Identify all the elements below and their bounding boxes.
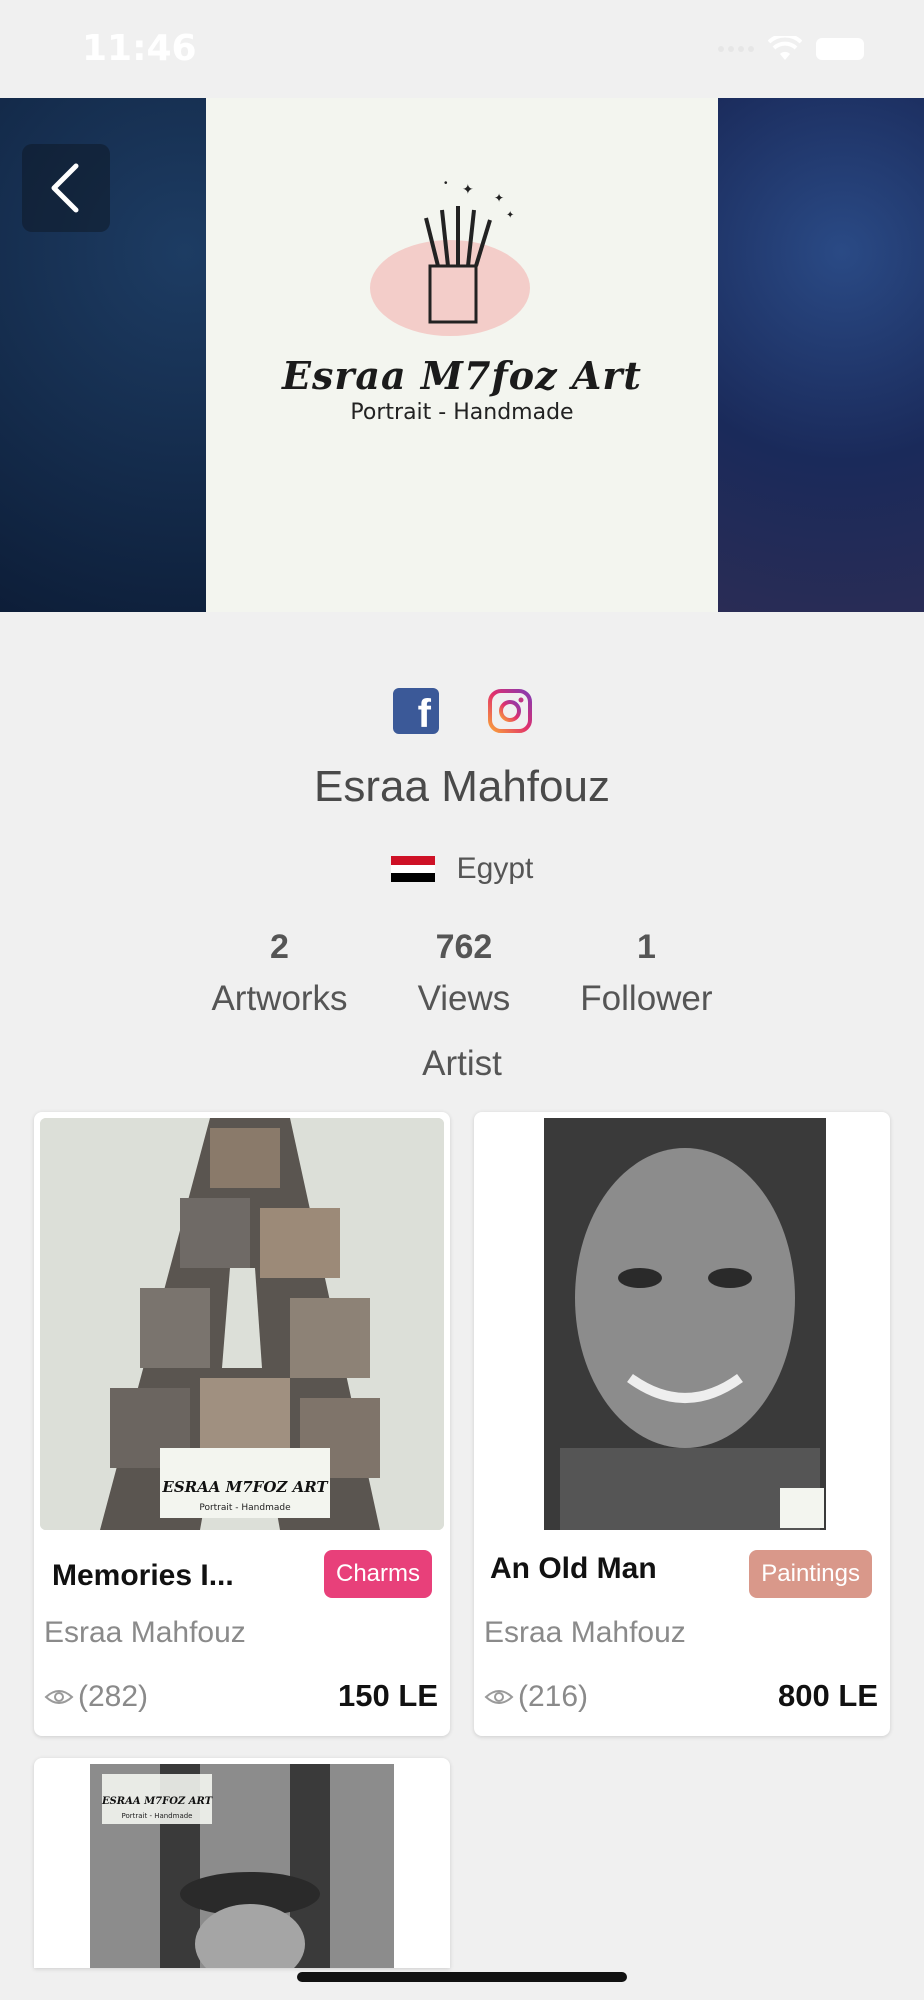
chevron-left-icon [51, 163, 79, 213]
artwork-image[interactable] [480, 1118, 884, 1530]
artwork-image[interactable]: ESRAA M7FOZ ART Portrait - Handmade [40, 1118, 444, 1530]
artist-role: Artist [422, 1044, 502, 1083]
status-time: 11:46 [82, 28, 197, 69]
back-button[interactable] [22, 144, 110, 232]
category-badge: Paintings [749, 1550, 872, 1598]
category-badge: Charms [323, 1550, 432, 1598]
egypt-flag-icon [390, 856, 435, 883]
man-with-hat-portrait-image: ESRAA M7FOZ ART Portrait - Handmade [40, 1764, 444, 1968]
svg-text:✦: ✦ [462, 181, 474, 197]
stat-value: 762 [435, 928, 493, 966]
artwork-artist: Esraa Mahfouz [44, 1616, 246, 1649]
views-count: (282) [78, 1680, 149, 1713]
country-name: Egypt [456, 852, 534, 885]
logo-title: Esraa M7foz Art [282, 353, 642, 398]
artwork-artist: Esraa Mahfouz [484, 1616, 686, 1649]
views-count: (216) [518, 1680, 589, 1713]
artist-name: Esraa Mahfouz [314, 762, 610, 811]
old-man-portrait-image [480, 1118, 884, 1530]
stat-label: Follower [580, 979, 713, 1018]
artwork-title: An Old Man [490, 1552, 657, 1585]
svg-text:✦: ✦ [506, 210, 514, 221]
logo-subtitle: Portrait - Handmade [350, 400, 574, 425]
svg-text:ESRAA M7FOZ ART: ESRAA M7FOZ ART [101, 1796, 214, 1807]
svg-text:Portrait - Handmade: Portrait - Handmade [121, 1812, 192, 1820]
artwork-title: Memories I... [52, 1559, 234, 1592]
pencil-cup-logo-icon: ✦ ✦ ✦ • [370, 178, 530, 336]
svg-text:Portrait - Handmade: Portrait - Handmade [199, 1503, 291, 1513]
letter-a-collage-image: ESRAA M7FOZ ART Portrait - Handmade [40, 1118, 444, 1530]
artwork-views: (216) [484, 1680, 588, 1714]
status-bar: 11:46 [0, 0, 924, 98]
battery-icon [816, 38, 864, 60]
eye-icon [484, 1690, 514, 1704]
stat-artworks[interactable]: 2 Artworks [211, 928, 347, 1019]
stat-label: Artworks [211, 979, 348, 1018]
svg-text:•: • [444, 178, 448, 189]
artist-country: Egypt [0, 852, 924, 886]
home-indicator[interactable] [297, 1972, 627, 1982]
artwork-card[interactable]: ESRAA M7FOZ ART Portrait - Handmade Memo… [34, 1112, 450, 1736]
svg-text:ESRAA M7FOZ ART: ESRAA M7FOZ ART [161, 1478, 329, 1496]
stat-label: Views [417, 979, 511, 1018]
artwork-price: 800 LE [778, 1678, 878, 1713]
banner-right-bg [718, 98, 924, 612]
artist-banner: ✦ ✦ ✦ • Esraa M7foz Art Portrait - Handm… [0, 98, 924, 612]
stat-followers[interactable]: 1 Follower [580, 928, 712, 1019]
artist-stats: 2 Artworks 762 Views 1 Follower [0, 928, 924, 1019]
artwork-price: 150 LE [338, 1678, 438, 1713]
stat-value: 1 [636, 928, 656, 966]
artwork-card[interactable]: An Old Man Paintings Esraa Mahfouz (216)… [474, 1112, 890, 1736]
stat-value: 2 [270, 928, 289, 966]
svg-text:✦: ✦ [494, 191, 504, 205]
social-links: f [393, 688, 533, 734]
artist-logo: ✦ ✦ ✦ • Esraa M7foz Art Portrait - Handm… [206, 98, 718, 612]
status-icons [718, 36, 864, 62]
artwork-views: (282) [44, 1680, 148, 1714]
instagram-icon[interactable] [487, 688, 533, 734]
signal-icon [718, 46, 754, 52]
artwork-card[interactable]: ESRAA M7FOZ ART Portrait - Handmade [34, 1758, 450, 1968]
eye-icon [44, 1690, 74, 1704]
stat-views: 762 Views [418, 928, 511, 1019]
artwork-image[interactable]: ESRAA M7FOZ ART Portrait - Handmade [40, 1764, 444, 1968]
facebook-icon[interactable]: f [393, 688, 439, 734]
wifi-icon [768, 36, 802, 60]
